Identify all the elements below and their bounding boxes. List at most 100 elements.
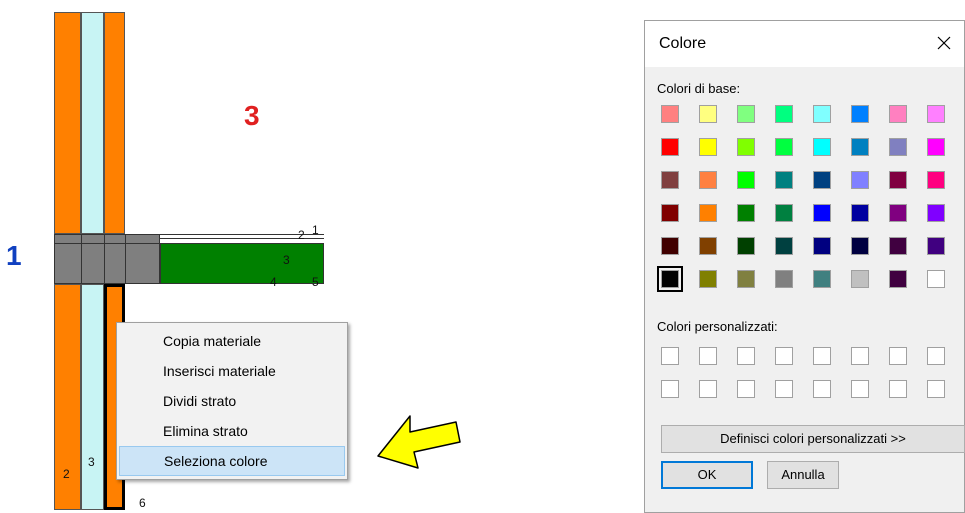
basic-color-swatch[interactable] bbox=[699, 171, 717, 189]
menu-item-delete-layer[interactable]: Elimina strato bbox=[119, 416, 345, 446]
basic-color-swatch[interactable] bbox=[737, 270, 755, 288]
context-menu: Copia materiale Inserisci materiale Divi… bbox=[116, 322, 348, 480]
arrow-icon bbox=[377, 415, 461, 469]
basic-color-swatch[interactable] bbox=[927, 171, 945, 189]
layer-label-3: 3 bbox=[88, 455, 95, 469]
basic-color-swatch[interactable] bbox=[851, 105, 869, 123]
basic-color-swatch[interactable] bbox=[775, 105, 793, 123]
upper-layer-cyan[interactable] bbox=[81, 12, 104, 234]
basic-color-swatch[interactable] bbox=[699, 270, 717, 288]
basic-color-swatch[interactable] bbox=[927, 237, 945, 255]
basic-color-swatch[interactable] bbox=[775, 237, 793, 255]
color-dialog: Colore Colori di base: Colori personaliz… bbox=[644, 20, 965, 513]
slab-gray-divider-1 bbox=[81, 234, 82, 284]
custom-color-swatch[interactable] bbox=[775, 347, 793, 365]
custom-color-swatch[interactable] bbox=[851, 347, 869, 365]
basic-color-swatch[interactable] bbox=[775, 138, 793, 156]
side-label-right: 3 bbox=[244, 100, 260, 131]
custom-color-swatch[interactable] bbox=[927, 347, 945, 365]
basic-color-swatch[interactable] bbox=[889, 138, 907, 156]
basic-color-swatch[interactable] bbox=[927, 105, 945, 123]
basic-color-swatch[interactable] bbox=[813, 171, 831, 189]
custom-color-swatch[interactable] bbox=[699, 347, 717, 365]
basic-color-swatch[interactable] bbox=[851, 237, 869, 255]
basic-color-swatch[interactable] bbox=[851, 171, 869, 189]
custom-color-swatch[interactable] bbox=[851, 380, 869, 398]
slab-gray-band[interactable] bbox=[54, 234, 160, 284]
close-icon[interactable] bbox=[932, 31, 956, 55]
custom-color-swatch[interactable] bbox=[927, 380, 945, 398]
slab-gray-divider-2 bbox=[104, 234, 105, 284]
menu-item-insert-material[interactable]: Inserisci materiale bbox=[119, 356, 345, 386]
basic-color-swatch[interactable] bbox=[889, 105, 907, 123]
custom-color-swatch[interactable] bbox=[661, 380, 679, 398]
custom-colors-label: Colori personalizzati: bbox=[657, 319, 778, 334]
slab-label-3: 3 bbox=[283, 253, 290, 267]
basic-color-swatch[interactable] bbox=[661, 105, 679, 123]
basic-color-swatch[interactable] bbox=[661, 237, 679, 255]
basic-color-swatch[interactable] bbox=[851, 270, 869, 288]
slab-label-5: 5 bbox=[312, 275, 319, 289]
dialog-titlebar[interactable]: Colore bbox=[645, 21, 964, 67]
basic-color-swatch[interactable] bbox=[889, 270, 907, 288]
menu-item-copy-material[interactable]: Copia materiale bbox=[119, 326, 345, 356]
custom-color-swatch[interactable] bbox=[737, 380, 755, 398]
slab-label-1: 1 bbox=[312, 223, 319, 237]
slab-label-2: 2 bbox=[298, 228, 305, 242]
basic-color-swatch[interactable] bbox=[657, 266, 683, 292]
define-custom-colors-button[interactable]: Definisci colori personalizzati >> bbox=[661, 425, 965, 453]
basic-color-swatch[interactable] bbox=[813, 138, 831, 156]
basic-color-swatch[interactable] bbox=[927, 204, 945, 222]
basic-color-swatch[interactable] bbox=[775, 204, 793, 222]
menu-item-split-layer[interactable]: Dividi strato bbox=[119, 386, 345, 416]
custom-color-swatch[interactable] bbox=[813, 380, 831, 398]
basic-color-swatch[interactable] bbox=[737, 138, 755, 156]
basic-color-swatch[interactable] bbox=[813, 270, 831, 288]
basic-color-swatch[interactable] bbox=[927, 138, 945, 156]
basic-color-swatch[interactable] bbox=[699, 204, 717, 222]
basic-color-swatch[interactable] bbox=[699, 237, 717, 255]
basic-color-swatch[interactable] bbox=[889, 204, 907, 222]
custom-color-swatch[interactable] bbox=[889, 347, 907, 365]
basic-color-swatch[interactable] bbox=[737, 171, 755, 189]
custom-color-swatch[interactable] bbox=[661, 347, 679, 365]
basic-color-swatch[interactable] bbox=[661, 204, 679, 222]
basic-color-swatch[interactable] bbox=[927, 270, 945, 288]
basic-color-swatch[interactable] bbox=[699, 105, 717, 123]
upper-layer-orange-inner[interactable] bbox=[104, 12, 125, 234]
basic-colors-label: Colori di base: bbox=[657, 81, 741, 96]
node-label-6: 6 bbox=[139, 496, 146, 510]
slab-gray-hline bbox=[54, 243, 160, 244]
basic-color-swatch[interactable] bbox=[813, 105, 831, 123]
menu-item-select-color[interactable]: Seleziona colore bbox=[119, 446, 345, 476]
basic-color-swatch[interactable] bbox=[889, 237, 907, 255]
side-label-left: 1 bbox=[6, 240, 22, 271]
slab-gray-divider-3 bbox=[125, 234, 126, 284]
basic-color-swatch[interactable] bbox=[699, 138, 717, 156]
layer-label-2: 2 bbox=[63, 467, 70, 481]
slab-green-layer[interactable] bbox=[160, 243, 324, 284]
ok-button[interactable]: OK bbox=[661, 461, 753, 489]
custom-color-swatch[interactable] bbox=[737, 347, 755, 365]
basic-color-swatch[interactable] bbox=[737, 105, 755, 123]
basic-color-swatch[interactable] bbox=[889, 171, 907, 189]
basic-color-swatch[interactable] bbox=[661, 138, 679, 156]
basic-color-swatch[interactable] bbox=[737, 204, 755, 222]
slab-label-4: 4 bbox=[270, 275, 277, 289]
basic-color-swatch[interactable] bbox=[851, 204, 869, 222]
upper-layer-orange-outer[interactable] bbox=[54, 12, 81, 234]
dialog-title: Colore bbox=[659, 35, 707, 52]
cancel-button[interactable]: Annulla bbox=[767, 461, 839, 489]
basic-color-swatch[interactable] bbox=[737, 237, 755, 255]
custom-color-swatch[interactable] bbox=[775, 380, 793, 398]
basic-color-swatch[interactable] bbox=[661, 171, 679, 189]
basic-color-swatch[interactable] bbox=[813, 237, 831, 255]
custom-color-swatch[interactable] bbox=[813, 347, 831, 365]
lower-layer-cyan[interactable] bbox=[81, 284, 104, 510]
custom-color-swatch[interactable] bbox=[889, 380, 907, 398]
custom-color-swatch[interactable] bbox=[699, 380, 717, 398]
basic-color-swatch[interactable] bbox=[775, 270, 793, 288]
basic-color-swatch[interactable] bbox=[813, 204, 831, 222]
basic-color-swatch[interactable] bbox=[851, 138, 869, 156]
basic-color-swatch[interactable] bbox=[775, 171, 793, 189]
